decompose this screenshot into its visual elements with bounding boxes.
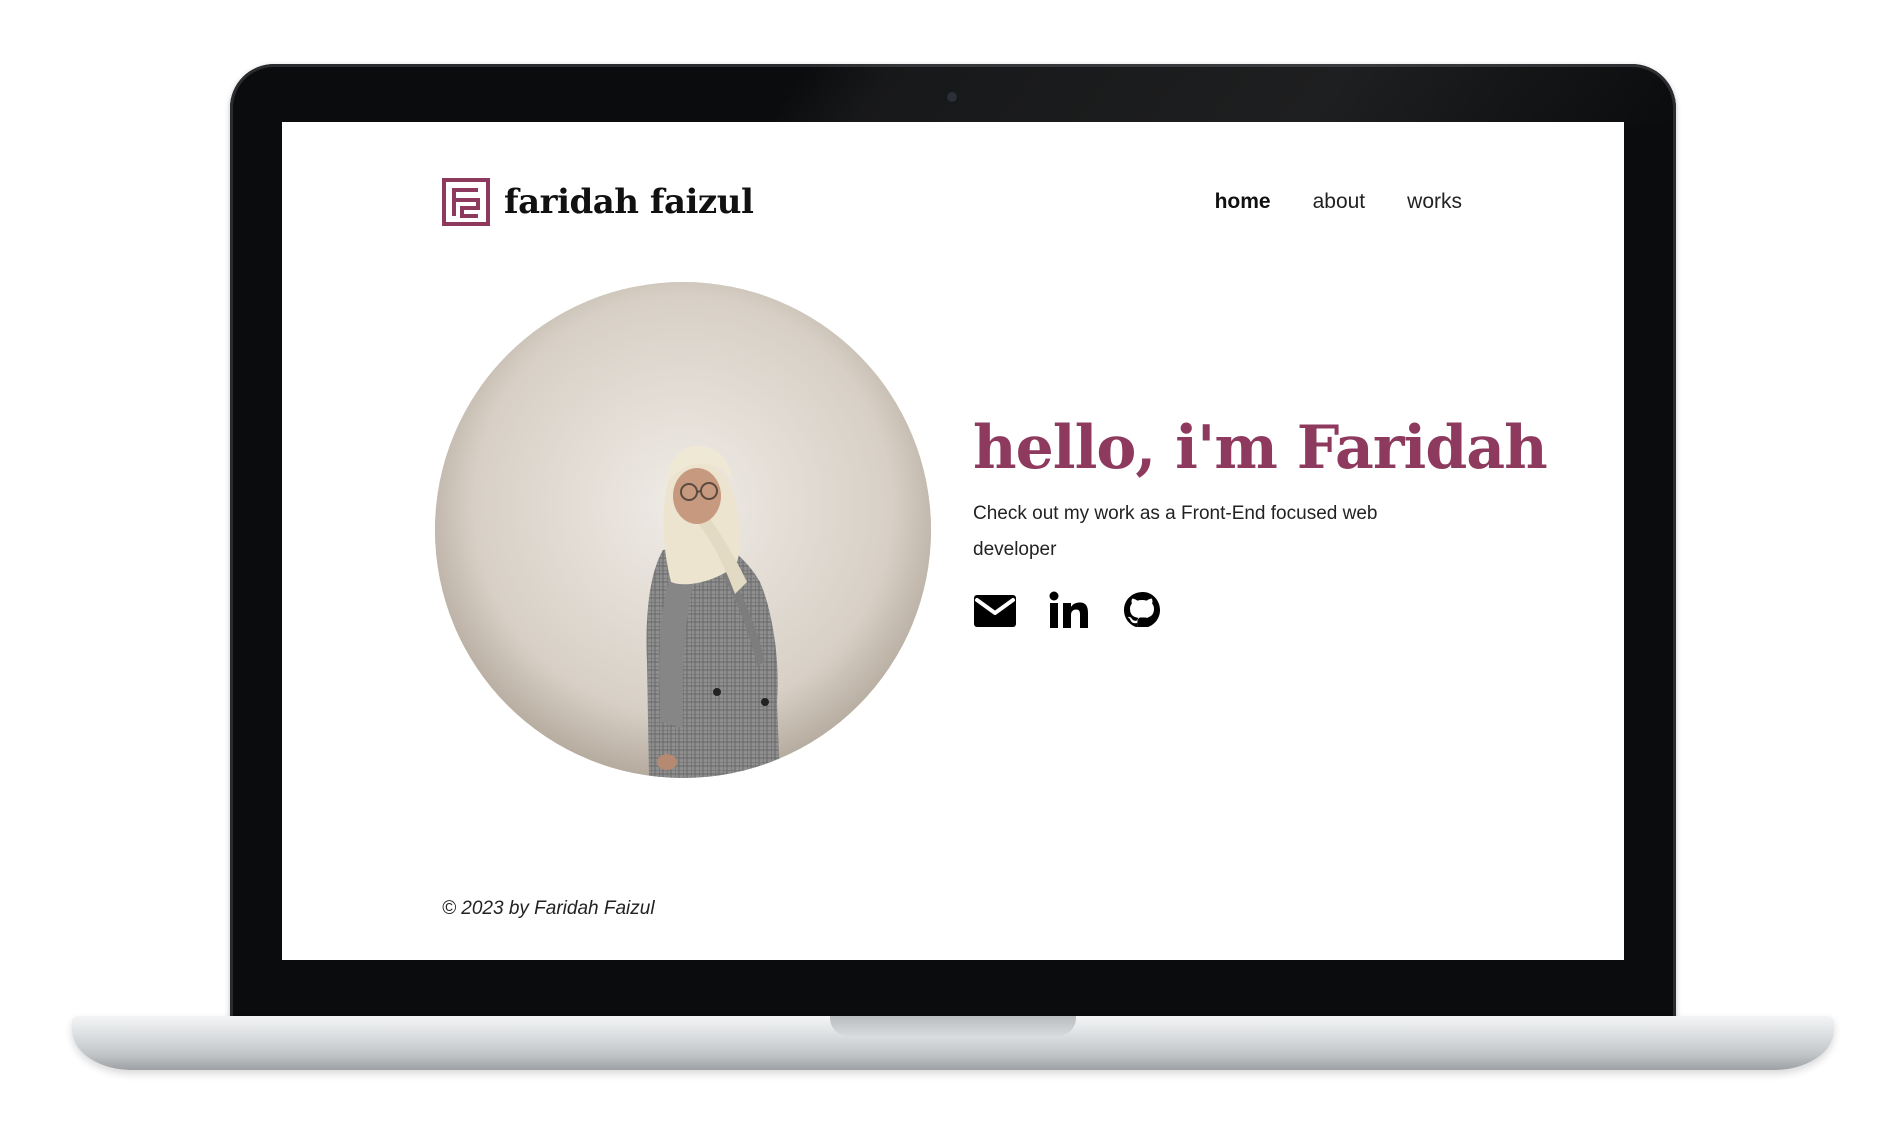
- laptop-mockup-base: [72, 1016, 1834, 1070]
- email-link[interactable]: [973, 590, 1017, 630]
- portrait-photo: [435, 282, 931, 778]
- nav-link-works[interactable]: works: [1407, 190, 1462, 214]
- hero-section: hello, i'm Faridah Check out my work as …: [973, 412, 1548, 630]
- linkedin-link[interactable]: [1047, 590, 1091, 630]
- hero-subtitle: Check out my work as a Front-End focused…: [973, 503, 1378, 560]
- site-header: faridah faizul home about works: [442, 178, 1462, 230]
- nav-link-about[interactable]: about: [1313, 190, 1366, 214]
- webcam-icon: [947, 92, 957, 102]
- envelope-icon: [974, 595, 1016, 627]
- social-links: [973, 590, 1453, 630]
- laptop-base-notch: [830, 1016, 1076, 1036]
- lid-glare: [772, 64, 1676, 124]
- laptop-mockup-lid: faridah faizul home about works hello, i…: [230, 64, 1676, 1032]
- github-link[interactable]: [1121, 590, 1165, 630]
- laptop-screen: faridah faizul home about works hello, i…: [282, 122, 1624, 960]
- hero-title: hello, i'm Faridah: [973, 413, 1548, 483]
- main-nav: home about works: [1215, 190, 1462, 214]
- github-icon: [1124, 592, 1160, 628]
- brand-logo-link[interactable]: faridah faizul: [442, 178, 754, 226]
- linkedin-icon: [1049, 591, 1088, 628]
- brand-name: faridah faizul: [504, 182, 754, 222]
- portrait-illustration: [435, 282, 931, 778]
- footer-copyright: © 2023 by Faridah Faizul: [442, 898, 655, 919]
- nav-link-home[interactable]: home: [1215, 190, 1271, 214]
- f-monogram-icon: [442, 178, 490, 226]
